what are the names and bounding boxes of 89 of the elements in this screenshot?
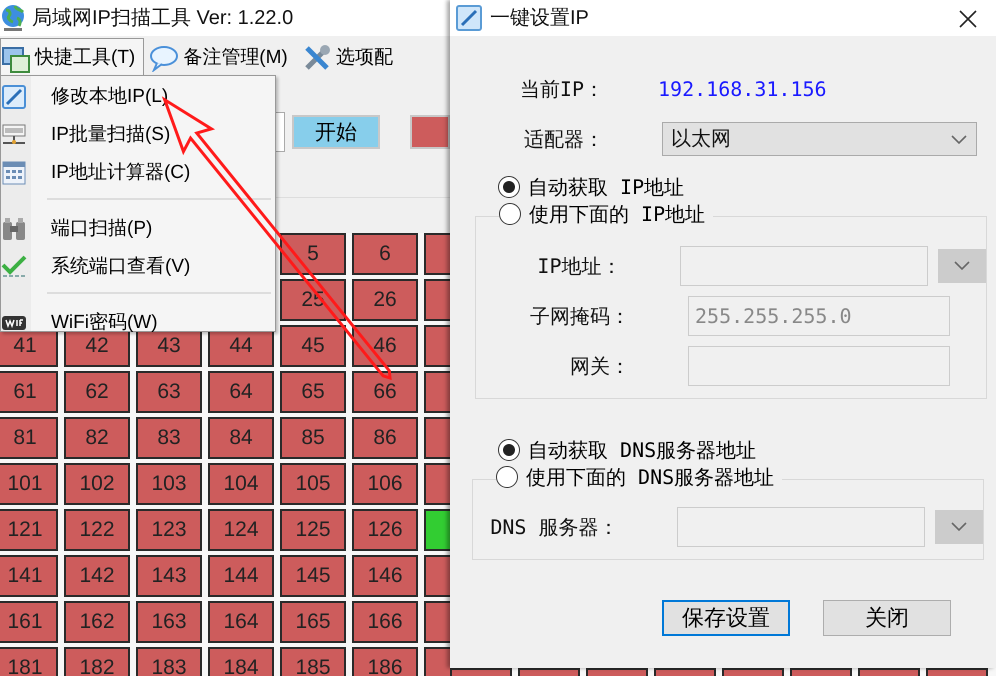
chevron-down-icon <box>952 260 971 272</box>
window-title: 局域网IP扫描工具 Ver: 1.22.0 <box>32 6 294 31</box>
toolbar-button[interactable] <box>410 115 450 149</box>
grid-cell: 181 <box>0 647 58 676</box>
grid-cell: 123 <box>136 509 202 551</box>
grid-cell: 126 <box>352 509 418 551</box>
pencil-icon <box>456 5 482 31</box>
ip-address-text: 192.168.31.156 <box>658 76 827 103</box>
grid-cell: 66 <box>352 371 418 413</box>
menu-item[interactable]: 选项配 <box>300 38 402 78</box>
grid-cell: 6 <box>352 233 418 275</box>
grid-cell: 125 <box>280 509 346 551</box>
grid-cell: 166 <box>352 601 418 643</box>
dropdown-button[interactable] <box>934 510 983 544</box>
grid-cell: 103 <box>136 463 202 505</box>
grid-cell <box>518 668 580 676</box>
grid-cell: 45 <box>280 325 346 367</box>
grid-cell <box>654 668 716 676</box>
dialog-button[interactable]: 关闭 <box>823 600 951 636</box>
menu-item[interactable]: 端口扫描(P) <box>1 210 275 248</box>
menu-item[interactable]: IP批量扫描(S) <box>1 116 275 154</box>
grid-cell: 183 <box>136 647 202 676</box>
menu-item[interactable]: IP地址计算器(C) <box>1 154 275 192</box>
grid-cell: 161 <box>0 601 58 643</box>
grid-cell: 81 <box>0 417 58 459</box>
grid-cell: 85 <box>280 417 346 459</box>
dropdown-button[interactable] <box>938 249 986 283</box>
grid-cell: 86 <box>352 417 418 459</box>
field-label: 子网掩码： <box>529 303 631 330</box>
menu-item[interactable]: 系统端口查看(V) <box>1 248 275 286</box>
grid-cell: 163 <box>136 601 202 643</box>
dialog-title: 一键设置IP <box>490 6 589 31</box>
grid-cell <box>586 668 648 676</box>
start-button[interactable]: 开始 <box>292 115 380 149</box>
grid-cell <box>926 668 988 676</box>
grid-cell: 122 <box>64 509 130 551</box>
grid-cell: 106 <box>352 463 418 505</box>
pencil-icon <box>2 85 26 109</box>
adapter-dropdown[interactable]: 以太网 <box>662 122 977 156</box>
grid-cell: 121 <box>0 509 58 551</box>
dialog-button[interactable]: 保存设置 <box>662 600 790 636</box>
grid-cell: 46 <box>352 325 418 367</box>
grid-cell: 184 <box>208 647 274 676</box>
menu-item[interactable]: 修改本地IP(L) <box>1 78 275 116</box>
grid-cell: 83 <box>136 417 202 459</box>
grid-cell: 143 <box>136 555 202 597</box>
grid-cell: 165 <box>280 601 346 643</box>
field-label: 适配器： <box>523 126 605 153</box>
grid-cell: 185 <box>280 647 346 676</box>
grid-cell: 124 <box>208 509 274 551</box>
grid-cell: 104 <box>208 463 274 505</box>
grid-cell: 64 <box>208 371 274 413</box>
grid-cell <box>790 668 852 676</box>
field-label: 网关： <box>569 353 631 380</box>
grid-cell: 105 <box>280 463 346 505</box>
grid-cell: 26 <box>352 279 418 321</box>
grid-cell: 63 <box>136 371 202 413</box>
grid-cell: 144 <box>208 555 274 597</box>
grid-cell: 101 <box>0 463 58 505</box>
checkmark-icon <box>1 255 27 279</box>
grid-cell: 62 <box>64 371 130 413</box>
grid-cell: 82 <box>64 417 130 459</box>
chevron-down-icon <box>950 134 968 146</box>
menu-item[interactable]: 备注管理(M) <box>148 38 297 78</box>
field-label: IP地址： <box>536 253 622 280</box>
grid-cell: 65 <box>280 371 346 413</box>
grid-cell: 5 <box>280 233 346 275</box>
grid-cell: 84 <box>208 417 274 459</box>
grid-cell: 162 <box>64 601 130 643</box>
grid-cell <box>858 668 920 676</box>
grid-cell: 164 <box>208 601 274 643</box>
grid-cell: 145 <box>280 555 346 597</box>
grid-cell: 102 <box>64 463 130 505</box>
grid-cell: 182 <box>64 647 130 676</box>
field-label: DNS 服务器： <box>489 514 620 541</box>
radio-button[interactable]: 使用下面的 DNS服务器地址 <box>496 462 774 492</box>
radio-button[interactable]: 使用下面的 IP地址 <box>499 199 706 229</box>
menu-item[interactable]: 快捷工具(T) <box>0 38 144 78</box>
grid-cell: 61 <box>0 371 58 413</box>
globe-icon <box>0 4 26 32</box>
chevron-down-icon <box>950 521 968 533</box>
grid-cell: 186 <box>352 647 418 676</box>
grid-cell: 141 <box>0 555 58 597</box>
grid-cell: 142 <box>64 555 130 597</box>
grid-cell <box>722 668 784 676</box>
speech-bubble-icon <box>149 44 180 72</box>
binoculars-icon <box>1 216 27 242</box>
field-label: 当前IP： <box>518 76 605 103</box>
grid-cell: 146 <box>352 555 418 597</box>
